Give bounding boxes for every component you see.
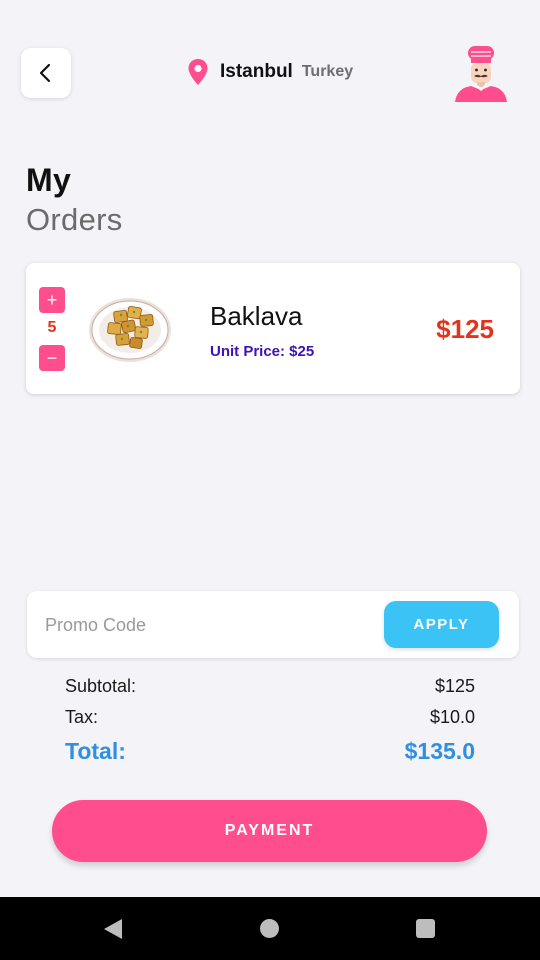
quantity-value: 5 xyxy=(47,319,57,336)
subtotal-value: $125 xyxy=(434,676,475,696)
subtotal-row: Subtotal: $125 xyxy=(65,676,475,697)
tax-row: Tax: $10.0 xyxy=(65,707,475,728)
total-row: Total: $135.0 xyxy=(65,738,475,765)
promo-code-box: APPLY xyxy=(27,591,519,658)
chef-avatar-icon[interactable] xyxy=(451,44,511,102)
nav-home-circle-icon[interactable] xyxy=(260,919,279,938)
total-value: $135.0 xyxy=(404,738,475,764)
subtotal-label: Subtotal: xyxy=(65,676,137,696)
location-selector[interactable]: Istanbul Turkey xyxy=(186,58,353,86)
system-navigation-bar xyxy=(0,897,540,960)
page-title-line2: Orders xyxy=(26,202,123,237)
chevron-left-icon xyxy=(39,63,51,83)
map-pin-icon xyxy=(188,59,208,85)
tax-label: Tax: xyxy=(65,707,99,727)
order-item-card: + 5 − Baklava Unit Price: $25 $125 xyxy=(26,263,520,394)
location-country: Turkey xyxy=(301,63,354,80)
back-button[interactable] xyxy=(21,48,71,98)
promo-code-input[interactable] xyxy=(45,611,365,639)
location-city: Istanbul xyxy=(220,61,293,82)
apply-promo-button[interactable]: APPLY xyxy=(384,601,499,648)
payment-button[interactable]: PAYMENT xyxy=(52,800,487,862)
page-title-line1: My xyxy=(26,162,72,198)
tax-value: $10.0 xyxy=(429,707,475,727)
quantity-increase-button[interactable]: + xyxy=(39,287,65,313)
quantity-decrease-button[interactable]: − xyxy=(39,345,65,371)
nav-back-triangle-icon[interactable] xyxy=(103,918,123,940)
nav-recent-square-icon[interactable] xyxy=(416,919,435,938)
order-item-unit-price: Unit Price: $25 xyxy=(210,343,315,360)
baklava-plate-image xyxy=(89,298,171,362)
order-item-price: $125 xyxy=(436,314,494,344)
total-label: Total: xyxy=(65,738,126,764)
order-item-name: Baklava xyxy=(210,301,303,331)
